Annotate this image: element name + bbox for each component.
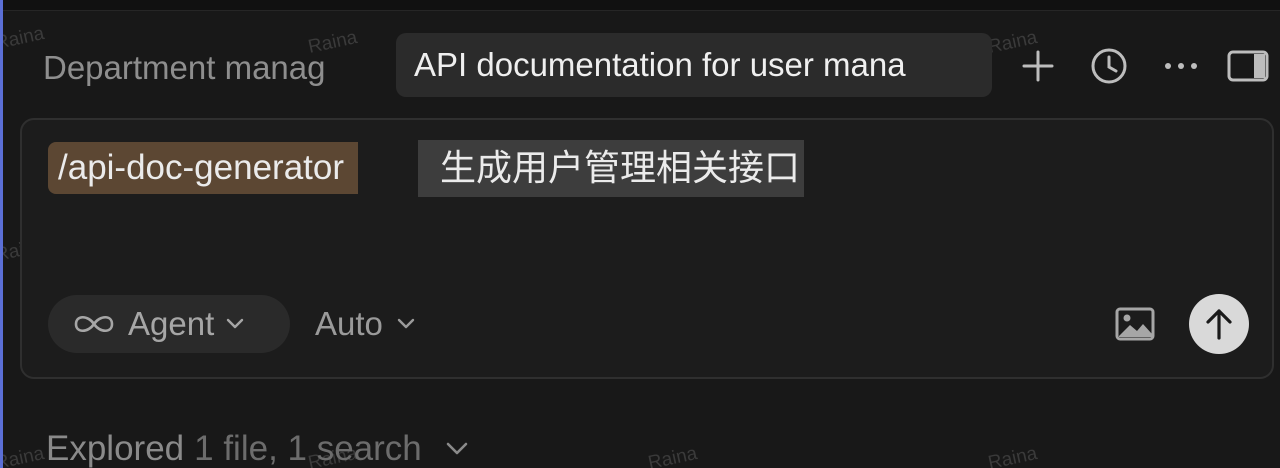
history-clock-icon xyxy=(1091,48,1127,84)
attach-image-button[interactable] xyxy=(1115,307,1155,341)
sidebar-toggle-icon xyxy=(1227,50,1269,82)
tab-label: Department manag xyxy=(43,49,326,86)
infinity-icon xyxy=(74,315,114,333)
tab-department-management[interactable]: Department manag xyxy=(43,44,365,92)
chat-composer[interactable]: /api-doc-generator 生成用户管理相关接口 Agent Auto xyxy=(20,118,1274,379)
explored-label: Explored xyxy=(46,429,185,468)
chat-panel: RainaRainaRainaRainaRainaRainaRainaRaina… xyxy=(3,0,1280,468)
new-chat-button[interactable] xyxy=(1017,45,1059,87)
watermark-text: Raina xyxy=(3,443,47,468)
tab-label: API documentation for user mana xyxy=(414,46,906,83)
toggle-sidebar-button[interactable] xyxy=(1227,45,1269,87)
send-button[interactable] xyxy=(1189,294,1249,354)
mode-selector[interactable]: Agent xyxy=(48,295,290,353)
plus-icon xyxy=(1022,50,1054,82)
prompt-input-text[interactable]: 生成用户管理相关接口 xyxy=(418,140,805,197)
slash-command-chip[interactable]: /api-doc-generator xyxy=(48,142,358,194)
chevron-down-icon xyxy=(226,318,244,330)
mode-label: Agent xyxy=(128,305,215,342)
more-dots-icon xyxy=(1165,63,1197,69)
history-button[interactable] xyxy=(1088,45,1130,87)
image-icon xyxy=(1115,307,1155,341)
explored-summary[interactable]: Explored 1 file, 1 search xyxy=(46,424,468,468)
model-selector[interactable]: Auto xyxy=(315,295,415,353)
chevron-down-icon xyxy=(397,318,415,330)
explored-detail: 1 file, 1 search xyxy=(194,429,422,468)
watermark-text: Raina xyxy=(646,443,700,468)
arrow-up-icon xyxy=(1206,309,1232,340)
more-options-button[interactable] xyxy=(1160,45,1202,87)
chevron-down-icon xyxy=(446,442,468,456)
model-label: Auto xyxy=(315,305,383,342)
window-top-edge xyxy=(3,0,1280,11)
watermark-text: Raina xyxy=(986,443,1040,468)
tab-api-documentation[interactable]: API documentation for user mana xyxy=(396,33,992,97)
watermark-text: Raina xyxy=(3,23,47,54)
